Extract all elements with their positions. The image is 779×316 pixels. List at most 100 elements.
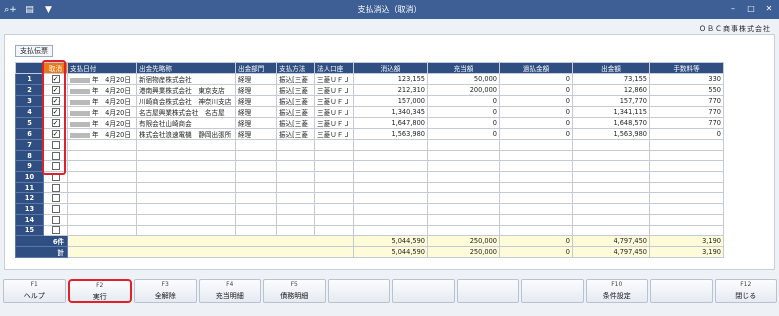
cell-account[interactable]	[314, 149, 354, 162]
cell-fee[interactable]	[649, 224, 724, 237]
cancel-checkbox[interactable]: ✓	[43, 84, 68, 96]
cell-date[interactable]: 年 4月20日	[67, 73, 137, 85]
cell-withdrawal[interactable]	[572, 192, 650, 205]
cell-withdrawal[interactable]: 1,648,570	[572, 117, 650, 129]
cell-date[interactable]: 年 4月20日	[67, 128, 137, 140]
cell-dept[interactable]	[235, 149, 277, 162]
cell-date[interactable]: 年 4月20日	[67, 84, 137, 96]
cancel-checkbox[interactable]	[43, 149, 68, 162]
cell-dept[interactable]	[235, 171, 277, 183]
fkey-empty-button[interactable]	[650, 279, 713, 303]
fkey-f2-button[interactable]: F2 実行	[67, 279, 132, 303]
cell-account[interactable]	[314, 213, 354, 226]
checkbox-icon[interactable]: ✓	[51, 130, 60, 138]
cell-dept[interactable]: 経理	[235, 117, 277, 129]
table-row[interactable]: 11	[15, 181, 724, 194]
cell-fee[interactable]: 550	[649, 84, 724, 96]
cell-overpaid[interactable]	[499, 224, 573, 237]
cell-date[interactable]	[67, 171, 137, 183]
cell-overpaid[interactable]	[499, 139, 573, 151]
cancel-checkbox[interactable]	[43, 203, 68, 215]
cell-method[interactable]	[276, 203, 315, 215]
cell-fee[interactable]: 770	[649, 117, 724, 129]
cancel-checkbox[interactable]: ✓	[43, 73, 68, 85]
cell-allocated[interactable]	[427, 224, 500, 237]
cell-account[interactable]: 三菱ＵＦＪ	[314, 84, 354, 96]
table-row[interactable]: 9	[15, 160, 724, 173]
cell-dept[interactable]	[235, 160, 277, 173]
table-row[interactable]: 7	[15, 139, 724, 151]
cell-withdrawal[interactable]	[572, 149, 650, 162]
cancel-checkbox[interactable]	[43, 192, 68, 205]
cell-withdrawal[interactable]	[572, 139, 650, 151]
cell-overpaid[interactable]	[499, 181, 573, 194]
checkbox-icon[interactable]: ✓	[51, 108, 60, 116]
fkey-f4-button[interactable]: F4 充当明細	[198, 279, 261, 303]
table-row[interactable]: 12	[15, 192, 724, 205]
fkey-empty-button[interactable]	[327, 279, 390, 303]
cell-applied[interactable]: 123,155	[353, 73, 428, 85]
cell-date[interactable]	[67, 160, 137, 173]
cell-applied[interactable]: 212,310	[353, 84, 428, 96]
cell-withdrawal[interactable]: 12,860	[572, 84, 650, 96]
cell-payee[interactable]	[136, 203, 236, 215]
cell-dept[interactable]: 経理	[235, 84, 277, 96]
cell-method[interactable]	[276, 224, 315, 237]
cancel-checkbox[interactable]: ✓	[43, 106, 68, 118]
cell-account[interactable]	[314, 139, 354, 151]
cell-payee[interactable]: 新宿物産株式会社	[136, 73, 236, 85]
cell-payee[interactable]: 株式会社浪速電機 静岡出張所	[136, 128, 236, 140]
cell-account[interactable]	[314, 203, 354, 215]
cell-fee[interactable]	[649, 213, 724, 226]
cell-applied[interactable]	[353, 139, 428, 151]
cell-date[interactable]	[67, 139, 137, 151]
cancel-checkbox[interactable]	[43, 224, 68, 237]
table-row[interactable]: 5 ✓ 年 4月20日 有限会社山崎商会 経理 振込[三菱 三菱ＵＦＪ 1,647,800 0 0…	[15, 117, 724, 129]
cell-method[interactable]: 振込[三菱	[276, 106, 315, 118]
table-row[interactable]: 10	[15, 171, 724, 183]
table-row[interactable]: 1 ✓ 年 4月20日 新宿物産株式会社 経理 振込[三菱 三菱ＵＦＪ 123,155 50,0…	[15, 73, 724, 85]
cell-withdrawal[interactable]: 73,155	[572, 73, 650, 85]
cell-dept[interactable]	[235, 203, 277, 215]
checkbox-icon[interactable]	[51, 140, 60, 149]
cell-account[interactable]: 三菱ＵＦＪ	[314, 117, 354, 129]
checkbox-icon[interactable]	[51, 194, 60, 203]
checkbox-icon[interactable]	[51, 151, 60, 160]
fkey-empty-button[interactable]	[521, 279, 584, 303]
cell-overpaid[interactable]	[499, 213, 573, 226]
cell-applied[interactable]	[353, 203, 428, 215]
cell-dept[interactable]	[235, 192, 277, 205]
cell-method[interactable]	[276, 139, 315, 151]
cell-fee[interactable]	[649, 160, 724, 173]
cell-dept[interactable]: 経理	[235, 73, 277, 85]
cell-method[interactable]	[276, 181, 315, 194]
cell-method[interactable]	[276, 149, 315, 162]
cell-withdrawal[interactable]: 157,770	[572, 95, 650, 107]
cell-payee[interactable]: 港南興業株式会社 東京支店	[136, 84, 236, 96]
cell-payee[interactable]	[136, 139, 236, 151]
checkbox-icon[interactable]	[51, 172, 60, 181]
cell-date[interactable]: 年 4月20日	[67, 95, 137, 107]
cell-account[interactable]	[314, 171, 354, 183]
cell-allocated[interactable]	[427, 203, 500, 215]
cell-applied[interactable]	[353, 171, 428, 183]
cell-method[interactable]: 振込[三菱	[276, 95, 315, 107]
table-row[interactable]: 13	[15, 203, 724, 215]
cell-payee[interactable]	[136, 160, 236, 173]
cell-overpaid[interactable]	[499, 192, 573, 205]
cell-method[interactable]	[276, 213, 315, 226]
checkbox-icon[interactable]: ✓	[51, 86, 60, 94]
cell-overpaid[interactable]: 0	[499, 95, 573, 107]
cell-payee[interactable]	[136, 149, 236, 162]
cell-allocated[interactable]	[427, 181, 500, 194]
cell-applied[interactable]	[353, 160, 428, 173]
fkey-empty-button[interactable]	[456, 279, 519, 303]
cell-payee[interactable]	[136, 181, 236, 194]
cell-withdrawal[interactable]	[572, 213, 650, 226]
cell-allocated[interactable]	[427, 213, 500, 226]
cell-account[interactable]	[314, 192, 354, 205]
table-row[interactable]: 8	[15, 149, 724, 162]
table-row[interactable]: 2 ✓ 年 4月20日 港南興業株式会社 東京支店 経理 振込[三菱 三菱ＵＦＪ 212,31…	[15, 84, 724, 96]
cell-fee[interactable]: 770	[649, 106, 724, 118]
cell-overpaid[interactable]: 0	[499, 117, 573, 129]
